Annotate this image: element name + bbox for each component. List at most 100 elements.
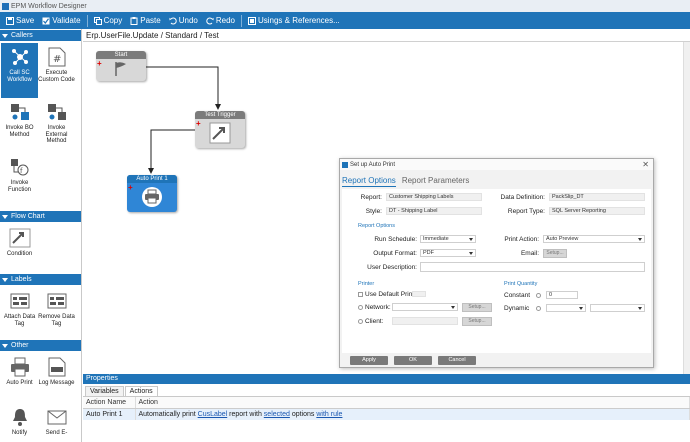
node-start[interactable]: Start + (96, 51, 146, 81)
validate-label: Validate (52, 16, 81, 25)
print-action-label: Print Action: (504, 236, 539, 243)
network-radio[interactable] (358, 305, 363, 310)
chevron-down-icon (579, 307, 583, 310)
report-field: Customer Shipping Labels (386, 193, 482, 201)
network-setup-button[interactable]: Setup... (462, 303, 492, 312)
add-icon[interactable]: + (196, 120, 201, 128)
window-title: EPM Workflow Designer (11, 2, 87, 10)
tool-label: Execute Custom Code (38, 70, 75, 83)
condition-icon (209, 122, 231, 144)
node-test-trigger[interactable]: Test Trigger + (195, 111, 245, 148)
tool-label: Invoke BO Method (5, 125, 34, 138)
output-format-select[interactable]: PDF (420, 249, 476, 257)
column-header-action-name: Action Name (83, 397, 136, 409)
paste-label: Paste (140, 16, 161, 25)
dialog-icon (342, 161, 348, 168)
section-header-labels[interactable]: Labels (0, 274, 81, 285)
constant-input[interactable]: 0 (546, 291, 578, 299)
ok-button[interactable]: OK (394, 356, 432, 365)
paste-button[interactable]: Paste (126, 12, 164, 29)
node-auto-print[interactable]: Auto Print 1 + (127, 175, 177, 212)
tool-invoke-external-method[interactable]: Invoke External Method (38, 98, 75, 153)
output-format-value: PDF (423, 250, 434, 256)
tool-auto-print[interactable]: Auto Print (1, 353, 38, 403)
section-header-flow-chart[interactable]: Flow Chart (0, 211, 81, 222)
user-description-label: User Description: (367, 264, 417, 271)
use-default-printer-checkbox[interactable] (358, 292, 363, 297)
dynamic-select-1[interactable] (546, 304, 586, 312)
section-header-callers[interactable]: Callers (0, 30, 81, 41)
save-label: Save (16, 16, 35, 25)
dynamic-radio[interactable] (536, 306, 541, 311)
tool-call-sc-workflow[interactable]: Call SC Workflow (1, 43, 38, 98)
undo-button[interactable]: Undo (165, 12, 202, 29)
tab-report-options[interactable]: Report Options (342, 176, 396, 187)
chevron-down-icon (469, 238, 473, 241)
run-schedule-value: Immediate (423, 236, 449, 242)
svg-text:#: # (53, 54, 61, 65)
toolbar-separator (86, 14, 88, 27)
add-icon[interactable]: + (97, 60, 102, 68)
dialog-tabs: Report Options Report Parameters (342, 176, 475, 187)
canvas-scrollbar[interactable] (683, 42, 690, 374)
chevron-down-icon (469, 252, 473, 255)
redo-button[interactable]: Redo (202, 12, 239, 29)
tool-attach-data-tag[interactable]: Attach Data Tag (1, 287, 38, 337)
constant-label: Constant (504, 292, 531, 299)
rule-link[interactable]: with rule (316, 411, 342, 418)
tab-actions[interactable]: Actions (124, 386, 158, 396)
email-label: Email: (520, 250, 539, 257)
table-row[interactable]: Auto Print 1 Automatically print CusLabe… (83, 408, 690, 420)
run-schedule-select[interactable]: Immediate (420, 235, 476, 243)
tool-invoke-function[interactable]: f Invoke Function (1, 153, 38, 208)
tool-notify[interactable]: Notify (1, 403, 38, 442)
report-type-label: Report Type: (507, 208, 545, 215)
tool-invoke-bo-method[interactable]: Invoke BO Method (1, 98, 38, 153)
options-link[interactable]: selected (264, 411, 290, 418)
tool-remove-data-tag[interactable]: Remove Data Tag (38, 287, 75, 337)
usings-references-button[interactable]: Usings & References... (244, 12, 344, 29)
client-setup-button[interactable]: Setup... (462, 317, 492, 326)
printer-icon (9, 356, 31, 378)
cancel-button[interactable]: Cancel (438, 356, 476, 365)
external-method-icon (46, 101, 68, 123)
print-action-select[interactable]: Auto Preview (543, 235, 645, 243)
app-icon (2, 2, 9, 10)
tag-remove-icon (46, 290, 68, 312)
printer-section: Printer (358, 281, 375, 287)
default-printer-field (412, 291, 426, 297)
setup-auto-print-dialog: Set up Auto Print ✕ Report Options Repor… (339, 158, 654, 368)
node-title: Start (96, 51, 146, 59)
close-icon[interactable]: ✕ (642, 160, 649, 169)
validate-button[interactable]: Validate (38, 12, 84, 29)
copy-button[interactable]: Copy (90, 12, 127, 29)
apply-button[interactable]: Apply (350, 356, 388, 365)
email-setup-button[interactable]: Setup... (543, 249, 567, 258)
tab-report-parameters[interactable]: Report Parameters (402, 176, 470, 187)
section-title: Callers (11, 32, 33, 39)
workflow-icon (9, 46, 31, 68)
node-title: Test Trigger (195, 111, 245, 119)
tool-execute-custom-code[interactable]: # Execute Custom Code (38, 43, 75, 98)
checkmark-icon (42, 17, 50, 24)
tag-icon (9, 290, 31, 312)
add-icon[interactable]: + (128, 184, 133, 192)
client-label: Client: (365, 318, 384, 325)
tool-send-email[interactable]: Send E- (38, 403, 75, 442)
tab-variables[interactable]: Variables (85, 386, 124, 396)
redo-icon (206, 17, 214, 24)
user-description-input[interactable] (420, 262, 645, 272)
save-button[interactable]: Save (2, 12, 38, 29)
report-link[interactable]: CusLabel (198, 411, 228, 418)
client-radio[interactable] (358, 319, 363, 324)
report-options-section: Report Options (358, 223, 395, 229)
copy-icon (93, 16, 102, 25)
section-header-other[interactable]: Other (0, 340, 81, 351)
tool-log-message[interactable]: Log Message (38, 353, 75, 403)
chevron-down-icon (451, 306, 455, 309)
dynamic-select-2[interactable] (590, 304, 645, 312)
run-schedule-label: Run Schedule: (374, 236, 417, 243)
tool-condition[interactable]: Condition (1, 224, 38, 271)
constant-radio[interactable] (536, 293, 541, 298)
network-select[interactable] (392, 303, 458, 311)
